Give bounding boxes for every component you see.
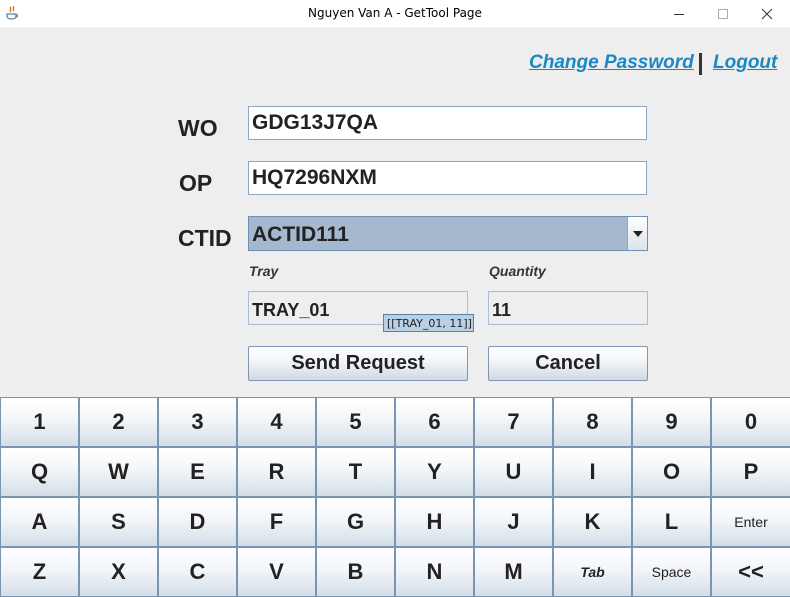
key-q[interactable]: Q — [0, 447, 79, 497]
key-tab[interactable]: Tab — [553, 547, 632, 597]
key-enter[interactable]: Enter — [711, 497, 790, 547]
logout-link[interactable]: Logout — [713, 52, 777, 74]
key-s[interactable]: S — [79, 497, 158, 547]
key-2[interactable]: 2 — [79, 397, 158, 447]
on-screen-keyboard: 1 2 3 4 5 6 7 8 9 0 Q W E R T Y U I O P A S D F G H J K L Enter Z X C V B N… — [0, 397, 790, 597]
key-space[interactable]: Space — [632, 547, 711, 597]
key-z[interactable]: Z — [0, 547, 79, 597]
close-button[interactable] — [744, 0, 790, 27]
title-bar: Nguyen Van A - GetTool Page — [0, 0, 790, 27]
key-o[interactable]: O — [632, 447, 711, 497]
key-t[interactable]: T — [316, 447, 395, 497]
quantity-label: Quantity — [489, 263, 546, 279]
key-y[interactable]: Y — [395, 447, 474, 497]
key-5[interactable]: 5 — [316, 397, 395, 447]
link-separator — [699, 53, 702, 75]
key-i[interactable]: I — [553, 447, 632, 497]
op-label: OP — [179, 170, 213, 196]
minimize-icon — [674, 13, 684, 15]
key-g[interactable]: G — [316, 497, 395, 547]
key-a[interactable]: A — [0, 497, 79, 547]
op-input[interactable] — [248, 161, 647, 195]
key-k[interactable]: K — [553, 497, 632, 547]
key-c[interactable]: C — [158, 547, 237, 597]
maximize-button[interactable] — [700, 0, 746, 27]
change-password-link[interactable]: Change Password — [529, 52, 694, 74]
key-b[interactable]: B — [316, 547, 395, 597]
dropdown-arrow-button[interactable] — [627, 217, 647, 250]
ctid-selected-value: ACTID111 — [252, 223, 349, 246]
key-8[interactable]: 8 — [553, 397, 632, 447]
key-j[interactable]: J — [474, 497, 553, 547]
key-w[interactable]: W — [79, 447, 158, 497]
maximize-icon — [718, 8, 728, 19]
tray-tooltip: [[TRAY_01, 11]] — [383, 314, 474, 332]
key-6[interactable]: 6 — [395, 397, 474, 447]
key-l[interactable]: L — [632, 497, 711, 547]
ctid-combobox[interactable]: ACTID111 — [248, 216, 648, 251]
key-1[interactable]: 1 — [0, 397, 79, 447]
chevron-down-icon — [632, 230, 643, 237]
key-7[interactable]: 7 — [474, 397, 553, 447]
key-backspace[interactable]: << — [711, 547, 790, 597]
key-p[interactable]: P — [711, 447, 790, 497]
key-e[interactable]: E — [158, 447, 237, 497]
key-r[interactable]: R — [237, 447, 316, 497]
send-request-button[interactable]: Send Request — [248, 346, 468, 381]
wo-input[interactable] — [248, 106, 647, 140]
key-4[interactable]: 4 — [237, 397, 316, 447]
ctid-label: CTID — [178, 225, 232, 251]
key-f[interactable]: F — [237, 497, 316, 547]
minimize-button[interactable] — [656, 0, 702, 27]
tray-label: Tray — [249, 263, 279, 279]
key-v[interactable]: V — [237, 547, 316, 597]
key-9[interactable]: 9 — [632, 397, 711, 447]
cancel-button[interactable]: Cancel — [488, 346, 648, 381]
key-h[interactable]: H — [395, 497, 474, 547]
key-x[interactable]: X — [79, 547, 158, 597]
key-d[interactable]: D — [158, 497, 237, 547]
close-icon — [761, 8, 773, 19]
key-u[interactable]: U — [474, 447, 553, 497]
key-m[interactable]: M — [474, 547, 553, 597]
wo-label: WO — [178, 115, 218, 141]
key-3[interactable]: 3 — [158, 397, 237, 447]
key-n[interactable]: N — [395, 547, 474, 597]
quantity-field[interactable]: 11 — [488, 291, 648, 325]
key-0[interactable]: 0 — [711, 397, 790, 447]
